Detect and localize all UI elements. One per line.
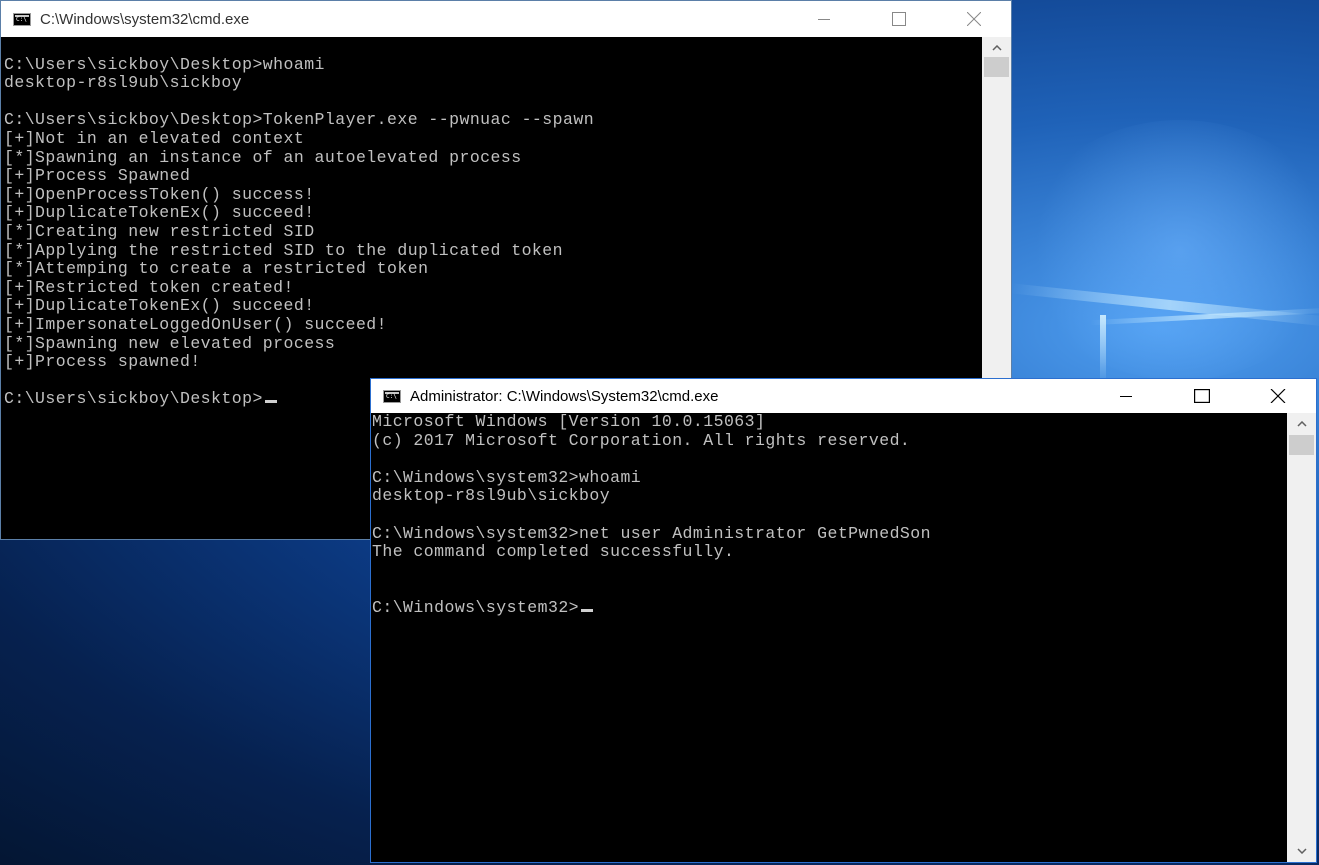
cmd-window-admin[interactable]: Administrator: C:\Windows\System32\cmd.e… [370,378,1317,863]
cmd-app-icon[interactable] [13,12,31,26]
minimize-button[interactable] [786,1,861,37]
console-line: The command completed successfully. [372,542,735,562]
close-icon [1270,389,1286,403]
scrollbar-thumb[interactable] [1289,435,1314,455]
console-line: [+]DuplicateTokenEx() succeed! [4,203,315,223]
scroll-up-button[interactable] [982,39,1011,57]
maximize-icon [891,12,906,26]
console-line: [+]Restricted token created! [4,277,294,297]
console-line: desktop-r8sl9ub\sickboy [4,73,243,93]
console-line: C:\Users\sickboy\Desktop>TokenPlayer.exe… [4,110,595,130]
console-line: (c) 2017 Microsoft Corporation. All righ… [372,430,911,450]
console-line: Microsoft Windows [Version 10.0.15063] [372,413,766,431]
console-line: [+]Process Spawned [4,166,191,186]
window-title: Administrator: C:\Windows\System32\cmd.e… [410,387,719,405]
console-lines: Microsoft Windows [Version 10.0.15063] (c… [372,413,1287,599]
minimize-button[interactable] [1088,379,1164,413]
close-icon [966,12,981,26]
console-line: desktop-r8sl9ub\sickboy [372,486,611,506]
scroll-up-button[interactable] [1287,415,1316,433]
console-line: [+]ImpersonateLoggedOnUser() succeed! [4,314,388,334]
console-line: [*]Spawning new elevated process [4,333,336,353]
minimize-icon [817,19,830,20]
title-bar[interactable]: Administrator: C:\Windows\System32\cmd.e… [371,379,1316,413]
console-line: [+]DuplicateTokenEx() succeed! [4,296,315,316]
console-prompt: C:\Windows\system32> [372,597,580,617]
console-line: [+]Process spawned! [4,352,201,372]
scroll-down-button[interactable] [1287,842,1316,860]
console-prompt: C:\Users\sickboy\Desktop> [4,389,263,409]
console-line: [+]OpenProcessToken() success! [4,184,315,204]
console-line: [*]Creating new restricted SID [4,221,315,241]
maximize-button[interactable] [861,1,936,37]
wallpaper-glow [1020,120,1319,380]
console-line: [+]Not in an elevated context [4,128,305,148]
scroll-down-icon [1296,848,1307,854]
wallpaper-light-beam [1100,315,1106,385]
close-button[interactable] [1240,379,1316,413]
maximize-icon [1194,389,1210,403]
console-prompt-line[interactable]: C:\Windows\system32> [372,597,1287,618]
minimize-icon [1120,396,1132,397]
text-cursor [264,400,277,404]
console-line: [*]Spawning an instance of an autoelevat… [4,147,522,167]
title-bar[interactable]: C:\Windows\system32\cmd.exe [1,1,1011,37]
console-line: [*]Attemping to create a restricted toke… [4,259,429,279]
console-line: [*]Applying the restricted SID to the du… [4,240,563,260]
window-title: C:\Windows\system32\cmd.exe [40,10,250,28]
window-controls [786,1,1011,37]
console-line: C:\Windows\system32>net user Administrat… [372,523,931,543]
vertical-scrollbar[interactable] [1287,413,1316,862]
console-output[interactable]: Microsoft Windows [Version 10.0.15063] (c… [371,413,1287,862]
window-controls [1088,379,1316,413]
console-lines: C:\Users\sickboy\Desktop>whoami desktop-r… [4,37,982,390]
cmd-app-icon[interactable] [383,389,401,403]
maximize-button[interactable] [1164,379,1240,413]
scroll-up-icon [1296,421,1307,427]
text-cursor [581,608,594,612]
close-button[interactable] [936,1,1011,37]
console-line: C:\Windows\system32>whoami [372,467,642,487]
console-line: C:\Users\sickboy\Desktop>whoami [4,54,325,74]
scrollbar-thumb[interactable] [984,57,1009,77]
scroll-up-icon [991,45,1002,51]
